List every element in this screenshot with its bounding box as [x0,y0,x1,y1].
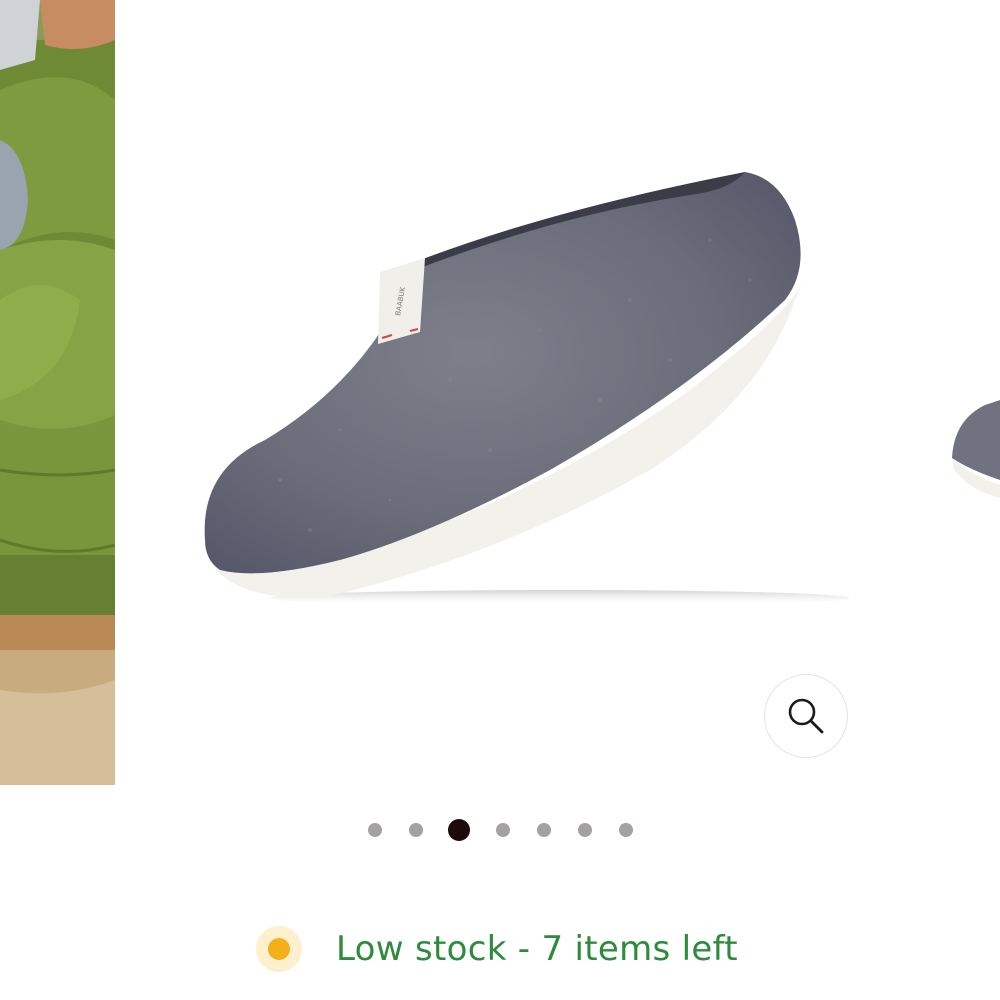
magnifier-icon [788,698,824,734]
carousel-dot-7[interactable] [618,823,633,837]
carousel-dot-4[interactable] [495,823,510,837]
zoom-button[interactable] [764,674,848,758]
carousel-pagination [0,818,1000,842]
previous-slide-image[interactable] [0,0,115,785]
next-slide-image[interactable] [940,0,1000,785]
stock-text: Low stock - 7 items left [336,929,738,969]
carousel-dot-5[interactable] [536,823,551,837]
carousel-dot-2[interactable] [408,823,423,837]
carousel-dot-3[interactable] [448,819,470,841]
stock-status: Low stock - 7 items left [256,922,738,976]
carousel-dot-6[interactable] [577,823,592,837]
product-image-carousel[interactable]: BAABUK [0,0,1000,790]
current-slide-image[interactable]: BAABUK [130,0,930,785]
carousel-dot-1[interactable] [367,823,382,837]
stock-indicator-icon [256,926,302,972]
stock-indicator-dot [268,938,290,960]
